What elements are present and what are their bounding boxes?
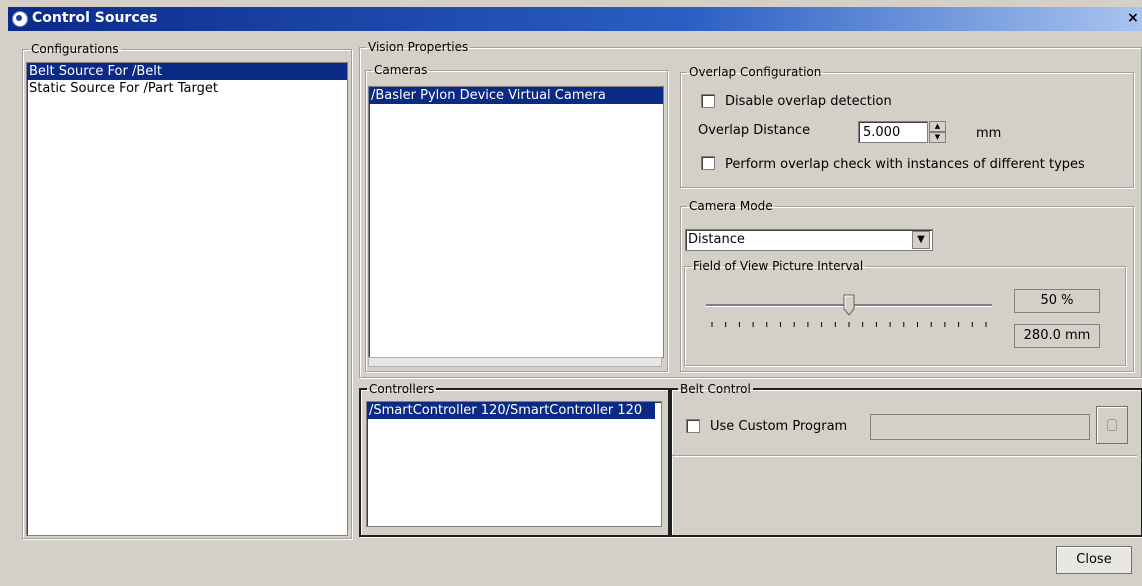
belt-control-legend: Belt Control xyxy=(680,382,751,396)
fov-percent-value: 50 % xyxy=(1014,289,1100,313)
fov-slider[interactable] xyxy=(706,293,992,321)
list-item[interactable]: Belt Source For /Belt xyxy=(27,63,347,80)
custom-program-label: Use Custom Program xyxy=(710,419,848,434)
fov-distance-value: 280.0 mm xyxy=(1014,324,1100,348)
disable-overlap-checkbox[interactable] xyxy=(701,94,715,108)
chevron-down-icon[interactable]: ▼ xyxy=(912,231,930,249)
overlap-distance-label: Overlap Distance xyxy=(698,123,811,138)
camera-mode-legend: Camera Mode xyxy=(689,199,773,213)
cameras-list[interactable]: /Basler Pylon Device Virtual Camera xyxy=(368,86,664,358)
cameras-list-scrollbar[interactable] xyxy=(368,357,662,367)
slider-ticks xyxy=(711,322,987,327)
overlap-distance-unit: mm xyxy=(976,126,1002,141)
controllers-list[interactable]: /SmartController 120/SmartController 120 xyxy=(366,401,662,527)
configurations-list[interactable]: Belt Source For /Belt Static Source For … xyxy=(26,62,348,536)
controllers-legend: Controllers xyxy=(369,382,435,396)
different-types-label: Perform overlap check with instances of … xyxy=(725,157,1085,172)
camera-mode-dropdown[interactable]: Distance xyxy=(685,229,933,251)
slider-thumb[interactable] xyxy=(843,294,855,316)
belt-control-divider xyxy=(672,455,1137,457)
list-item[interactable]: /SmartController 120/SmartController 120 xyxy=(367,402,655,419)
window-title: Control Sources xyxy=(32,10,158,26)
app-icon xyxy=(12,11,28,27)
overlap-configuration-legend: Overlap Configuration xyxy=(689,65,822,79)
vision-properties-legend: Vision Properties xyxy=(368,40,469,54)
title-bar: Control Sources × xyxy=(8,7,1142,31)
custom-program-input[interactable] xyxy=(870,414,1090,440)
close-icon[interactable]: × xyxy=(1126,10,1140,26)
belt-control-group: Belt Control xyxy=(670,383,1142,537)
cameras-legend: Cameras xyxy=(374,63,428,77)
close-button[interactable]: Close xyxy=(1056,546,1132,574)
browse-button[interactable] xyxy=(1096,406,1128,444)
overlap-distance-input[interactable]: 5.000 xyxy=(858,121,928,143)
different-types-checkbox[interactable] xyxy=(701,156,715,170)
configurations-legend: Configurations xyxy=(31,42,119,56)
list-item[interactable]: Static Source For /Part Target xyxy=(27,80,347,97)
control-sources-window: Control Sources × Configurations Belt So… xyxy=(0,0,1142,586)
disable-overlap-label: Disable overlap detection xyxy=(725,94,892,109)
spin-down-button[interactable]: ▼ xyxy=(929,132,946,143)
custom-program-checkbox[interactable] xyxy=(686,419,700,433)
spin-up-button[interactable]: ▲ xyxy=(929,121,946,132)
fov-legend: Field of View Picture Interval xyxy=(693,259,864,273)
browse-icon xyxy=(1107,419,1117,431)
list-item[interactable]: /Basler Pylon Device Virtual Camera xyxy=(369,87,663,104)
